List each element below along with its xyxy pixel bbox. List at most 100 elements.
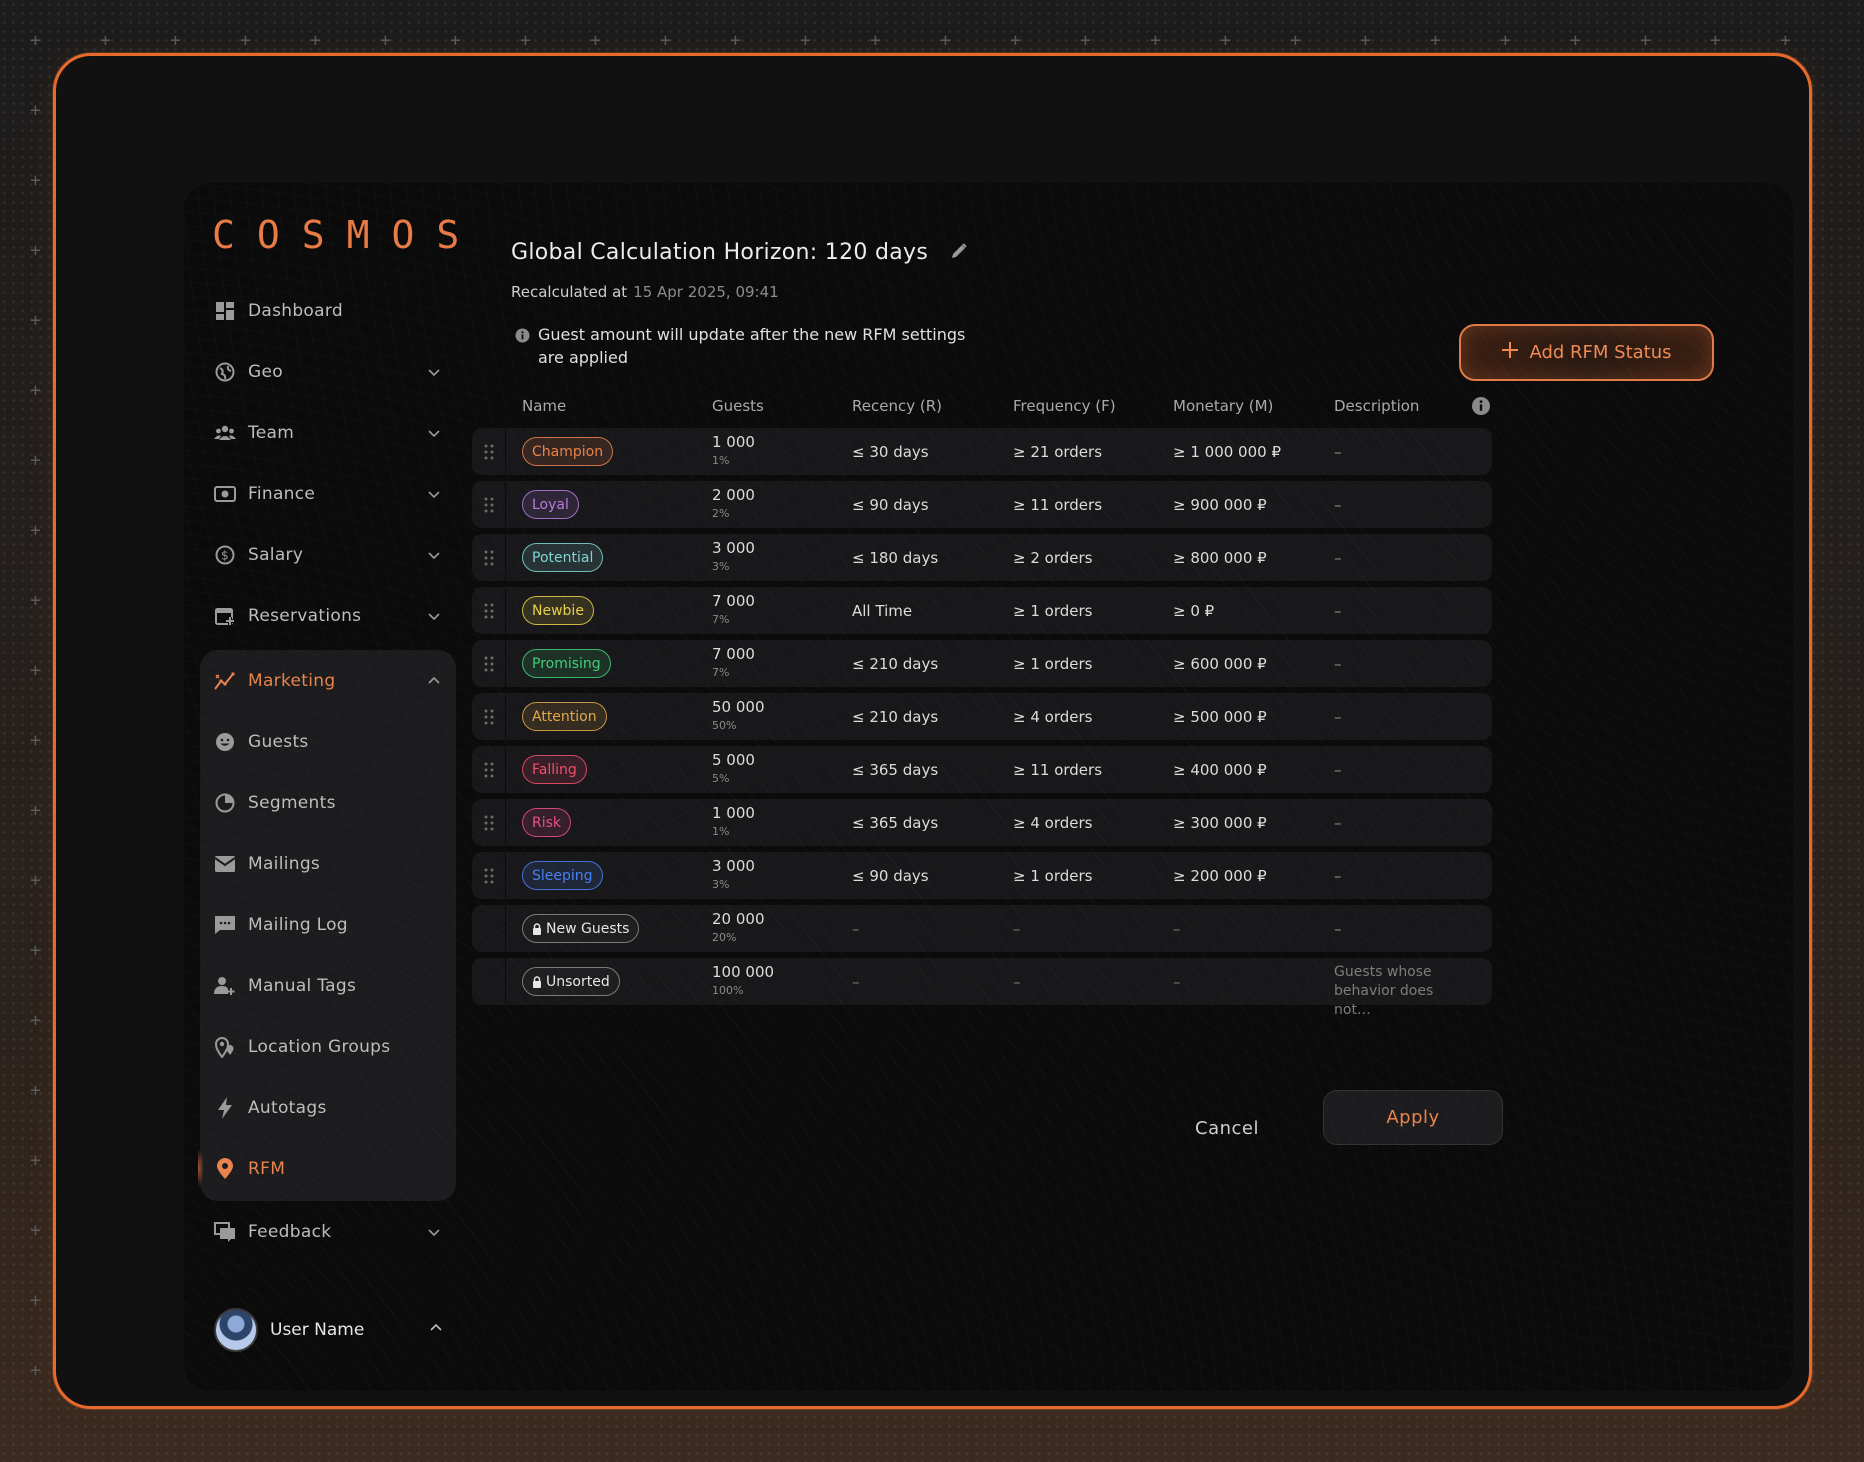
status-name: Newbie bbox=[532, 602, 584, 619]
sidebar-item-autotags[interactable]: Autotags bbox=[200, 1077, 456, 1138]
sidebar-item-geo[interactable]: Geo bbox=[200, 341, 456, 402]
drag-handle-icon[interactable] bbox=[472, 534, 506, 581]
sidebar-item-finance[interactable]: Finance bbox=[200, 463, 456, 524]
drag-handle-icon[interactable] bbox=[472, 428, 506, 475]
status-name: Sleeping bbox=[532, 867, 593, 884]
status-name: Potential bbox=[532, 549, 594, 566]
sidebar-item-label: Mailings bbox=[248, 853, 321, 874]
info-notice: Guest amount will update after the new R… bbox=[515, 323, 975, 369]
recency-cell: All Time bbox=[852, 602, 913, 620]
sidebar-item-rfm[interactable]: RFM bbox=[198, 1138, 456, 1199]
status-badge[interactable]: Falling bbox=[522, 755, 587, 784]
description-cell: – bbox=[1334, 496, 1342, 514]
avatar bbox=[214, 1308, 258, 1352]
guests-percent: 7% bbox=[712, 613, 730, 626]
guests-cell: 7 000 7% bbox=[712, 592, 755, 626]
recency-cell: ≤ 365 days bbox=[852, 814, 939, 832]
table-row[interactable]: Promising 7 000 7% ≤ 210 days ≥ 1 orders ≥ 60… bbox=[472, 640, 1492, 687]
sidebar-item-guests[interactable]: Guests bbox=[200, 711, 456, 772]
description-cell: – bbox=[1334, 602, 1342, 620]
sidebar-item-mailing-log[interactable]: Mailing Log bbox=[200, 894, 456, 955]
drag-handle-icon[interactable] bbox=[472, 640, 506, 687]
status-badge[interactable]: Newbie bbox=[522, 596, 594, 625]
table-row[interactable]: Unsorted 100 000 100% – – – Guests whose behav… bbox=[472, 958, 1492, 1018]
guests-percent: 50% bbox=[712, 719, 737, 732]
edit-pencil-icon[interactable] bbox=[950, 242, 968, 260]
table-row[interactable]: Sleeping 3 000 3% ≤ 90 days ≥ 1 orders ≥ 200 … bbox=[472, 852, 1492, 899]
sidebar-item-reservations[interactable]: Reservations bbox=[200, 585, 456, 646]
chevron-down-icon[interactable] bbox=[426, 547, 442, 563]
sidebar-item-team[interactable]: Team bbox=[200, 402, 456, 463]
team-icon bbox=[214, 422, 236, 444]
recency-cell: ≤ 90 days bbox=[852, 867, 929, 885]
table-row[interactable]: Attention 50 000 50% ≤ 210 days ≥ 4 orders ≥ … bbox=[472, 693, 1492, 740]
status-name: Loyal bbox=[532, 496, 569, 513]
status-badge[interactable]: Promising bbox=[522, 649, 611, 678]
recency-cell: ≤ 210 days bbox=[852, 655, 939, 673]
chat-icon bbox=[214, 914, 236, 936]
mail-icon bbox=[214, 853, 236, 875]
sidebar-item-dashboard[interactable]: Dashboard bbox=[200, 280, 456, 341]
sidebar-item-label: Finance bbox=[248, 483, 316, 504]
status-badge[interactable]: Attention bbox=[522, 702, 607, 731]
drag-handle-icon[interactable] bbox=[472, 746, 506, 793]
status-badge[interactable]: Champion bbox=[522, 437, 614, 466]
user-menu[interactable]: User Name bbox=[214, 1308, 444, 1352]
status-badge[interactable]: New Guests bbox=[522, 914, 640, 943]
table-row[interactable]: New Guests 20 000 20% – – – – bbox=[472, 905, 1492, 952]
sidebar-item-label: Reservations bbox=[248, 605, 362, 626]
status-badge[interactable]: Risk bbox=[522, 808, 572, 837]
sidebar-item-feedback[interactable]: Feedback bbox=[200, 1201, 456, 1262]
status-badge[interactable]: Potential bbox=[522, 543, 604, 572]
lock-icon bbox=[532, 922, 542, 935]
status-badge[interactable]: Unsorted bbox=[522, 967, 620, 996]
status-badge[interactable]: Loyal bbox=[522, 490, 579, 519]
chevron-up-icon[interactable] bbox=[428, 1320, 444, 1336]
chevron-down-icon[interactable] bbox=[426, 608, 442, 624]
sidebar-item-manual-tags[interactable]: Manual Tags bbox=[200, 955, 456, 1016]
chevron-down-icon[interactable] bbox=[426, 486, 442, 502]
marketing-group: Marketing Guests Segments Mailings Maili… bbox=[198, 650, 456, 1201]
drag-handle-icon[interactable] bbox=[472, 799, 506, 846]
location-pins-icon bbox=[214, 1036, 236, 1058]
guests-count: 20 000 bbox=[712, 910, 765, 928]
chevron-down-icon[interactable] bbox=[426, 425, 442, 441]
drag-handle-icon[interactable] bbox=[472, 693, 506, 740]
app-window: COSMOS Dashboard Geo Team Finance $ Sala… bbox=[184, 183, 1793, 1391]
drag-handle-icon[interactable] bbox=[472, 481, 506, 528]
table-row[interactable]: Newbie 7 000 7% All Time ≥ 1 orders ≥ 0 ₽ – bbox=[472, 587, 1492, 634]
status-badge[interactable]: Sleeping bbox=[522, 861, 603, 890]
sidebar-item-label: Marketing bbox=[248, 670, 336, 691]
row-spacer bbox=[472, 958, 506, 1005]
guests-cell: 3 000 3% bbox=[712, 857, 755, 891]
column-header-guests: Guests bbox=[712, 397, 764, 415]
drag-handle-icon[interactable] bbox=[472, 852, 506, 899]
add-rfm-status-button[interactable]: Add RFM Status bbox=[1459, 324, 1714, 381]
sidebar-item-salary[interactable]: $ Salary bbox=[200, 524, 456, 585]
frequency-cell: ≥ 11 orders bbox=[1013, 761, 1103, 779]
sidebar-item-location-groups[interactable]: Location Groups bbox=[200, 1016, 456, 1077]
recalculated-label: Recalculated at bbox=[511, 283, 628, 301]
guests-percent: 2% bbox=[712, 507, 730, 520]
description-cell: – bbox=[1334, 867, 1342, 885]
table-row[interactable]: Loyal 2 000 2% ≤ 90 days ≥ 11 orders ≥ 900 00… bbox=[472, 481, 1492, 528]
recency-cell: ≤ 30 days bbox=[852, 443, 929, 461]
plus-icon bbox=[1501, 341, 1519, 364]
apply-button[interactable]: Apply bbox=[1323, 1090, 1503, 1145]
sidebar-item-mailings[interactable]: Mailings bbox=[200, 833, 456, 894]
rfm-pin-icon bbox=[214, 1157, 236, 1180]
table-row[interactable]: Falling 5 000 5% ≤ 365 days ≥ 11 orders ≥ 400… bbox=[472, 746, 1492, 793]
table-row[interactable]: Champion 1 000 1% ≤ 30 days ≥ 21 orders ≥ 1 0… bbox=[472, 428, 1492, 475]
info-icon[interactable] bbox=[1471, 396, 1491, 416]
cancel-button[interactable]: Cancel bbox=[1195, 1118, 1259, 1139]
drag-handle-icon[interactable] bbox=[472, 587, 506, 634]
chevron-down-icon[interactable] bbox=[426, 364, 442, 380]
table-row[interactable]: Potential 3 000 3% ≤ 180 days ≥ 2 orders ≥ 80… bbox=[472, 534, 1492, 581]
recency-cell: ≤ 90 days bbox=[852, 496, 929, 514]
chevron-up-icon[interactable] bbox=[426, 673, 442, 689]
sidebar-item-segments[interactable]: Segments bbox=[200, 772, 456, 833]
smile-icon bbox=[214, 731, 236, 753]
sidebar-item-marketing[interactable]: Marketing bbox=[200, 650, 456, 711]
chevron-down-icon[interactable] bbox=[426, 1224, 442, 1240]
table-row[interactable]: Risk 1 000 1% ≤ 365 days ≥ 4 orders ≥ 300 000… bbox=[472, 799, 1492, 846]
